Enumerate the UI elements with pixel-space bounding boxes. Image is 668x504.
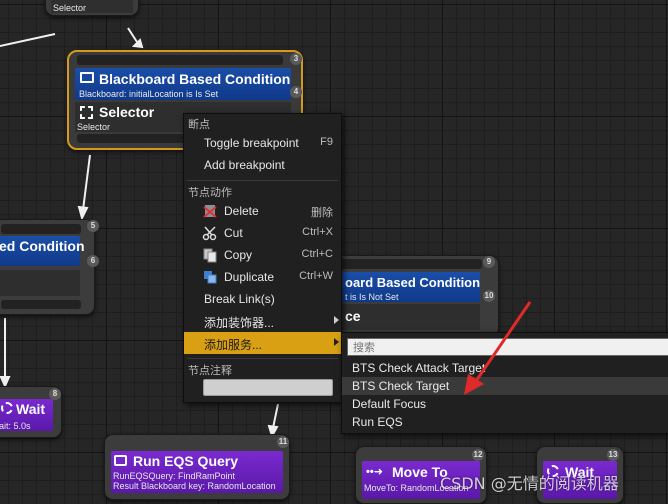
red-arrow-annotation [464,301,532,395]
watermark: CSDN @无情的阅读机器 [440,474,619,493]
